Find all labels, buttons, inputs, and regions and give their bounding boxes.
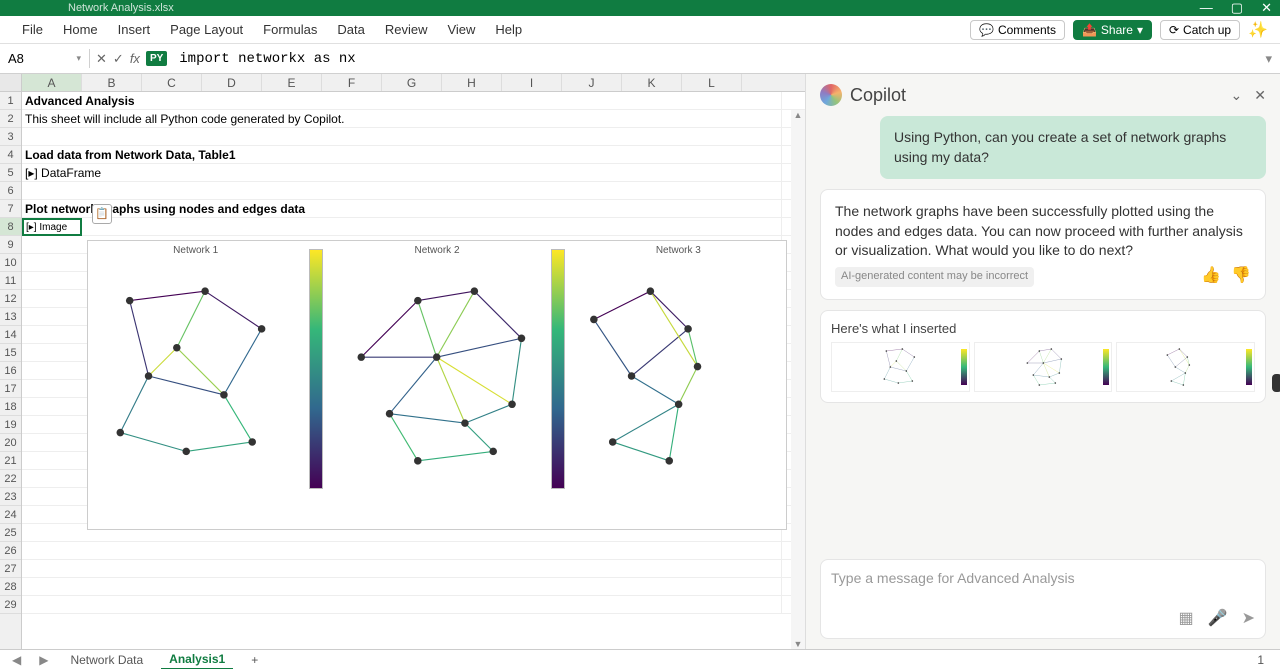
tab-nav-prev-icon[interactable]: ◀ xyxy=(8,653,25,667)
close-panel-icon[interactable]: ✕ xyxy=(1254,87,1266,104)
spreadsheet-grid[interactable]: A B C D E F G H I J K L 1234567891011121… xyxy=(0,74,805,649)
fx-icon[interactable]: fx xyxy=(130,51,140,66)
thumbs-up-icon[interactable]: 👍 xyxy=(1201,265,1221,287)
col-header-g[interactable]: G xyxy=(382,74,442,91)
cancel-formula-icon[interactable]: ✕ xyxy=(96,51,107,67)
col-header-a[interactable]: A xyxy=(22,74,82,91)
network-graph-3 xyxy=(575,256,782,496)
ribbon-menubar: File Home Insert Page Layout Formulas Da… xyxy=(0,16,1280,44)
inserted-content-card[interactable]: Here's what I inserted xyxy=(820,310,1266,403)
sheet-tab-bar: ◀ ▶ Network Data Analysis1 + 1 xyxy=(0,649,1280,669)
copilot-logo-icon xyxy=(820,84,842,106)
col-header-k[interactable]: K xyxy=(622,74,682,91)
inserted-label: Here's what I inserted xyxy=(831,321,1255,336)
thumbs-down-icon[interactable]: 👎 xyxy=(1231,265,1251,287)
document-name: Network Analysis.xlsx xyxy=(68,2,174,14)
minimize-icon[interactable]: — xyxy=(1200,0,1213,16)
col-header-j[interactable]: J xyxy=(562,74,622,91)
chart-title-3: Network 3 xyxy=(575,245,782,256)
assistant-message-text: The network graphs have been successfull… xyxy=(835,202,1251,261)
copilot-title: Copilot xyxy=(850,85,906,106)
menu-insert[interactable]: Insert xyxy=(108,18,161,41)
column-headers: A B C D E F G H I J K L xyxy=(0,74,805,92)
formula-input[interactable] xyxy=(173,49,1257,69)
select-all-corner[interactable] xyxy=(0,74,22,91)
row-headers: 1234567891011121314151617181920212223242… xyxy=(0,92,22,649)
menu-home[interactable]: Home xyxy=(53,18,108,41)
embedded-chart-image[interactable]: Network 1 Network 2 Network 3 xyxy=(87,240,787,530)
window-controls: — ▢ ✕ xyxy=(1200,0,1272,16)
copilot-input[interactable]: Type a message for Advanced Analysis ▦ 🎤… xyxy=(820,559,1266,639)
sheet-tab-network-data[interactable]: Network Data xyxy=(62,651,151,669)
close-icon[interactable]: ✕ xyxy=(1261,0,1272,16)
assistant-message: The network graphs have been successfull… xyxy=(820,189,1266,300)
share-button[interactable]: 📤 Share ▾ xyxy=(1073,20,1152,40)
collapse-panel-icon[interactable]: ⌄ xyxy=(1231,87,1243,104)
accept-formula-icon[interactable]: ✓ xyxy=(113,51,124,67)
microphone-icon[interactable]: 🎤 xyxy=(1208,608,1228,628)
network-graph-2 xyxy=(333,256,540,496)
expand-formula-icon[interactable]: ▾ xyxy=(1257,51,1280,67)
send-icon[interactable]: ➤ xyxy=(1242,608,1255,628)
col-header-b[interactable]: B xyxy=(82,74,142,91)
catch-up-button[interactable]: ⟳ Catch up xyxy=(1160,20,1240,40)
col-header-c[interactable]: C xyxy=(142,74,202,91)
menu-page-layout[interactable]: Page Layout xyxy=(160,18,253,41)
colorbar-2 xyxy=(551,249,565,489)
col-header-i[interactable]: I xyxy=(502,74,562,91)
ai-disclaimer: AI-generated content may be incorrect xyxy=(835,267,1034,286)
python-badge: PY xyxy=(146,51,167,66)
formula-bar: A8▾ ✕ ✓ fx PY ▾ xyxy=(0,44,1280,74)
inserted-thumb-2 xyxy=(974,342,1113,392)
vertical-scrollbar[interactable]: ▲▼ xyxy=(791,110,805,649)
col-header-f[interactable]: F xyxy=(322,74,382,91)
sheet-tab-analysis1[interactable]: Analysis1 xyxy=(161,650,233,669)
cell-area[interactable]: Advanced AnalysisThis sheet will include… xyxy=(22,92,805,649)
inserted-thumb-3 xyxy=(1116,342,1255,392)
inserted-thumb-1 xyxy=(831,342,970,392)
copilot-panel: Copilot ⌄ ✕ Using Python, can you create… xyxy=(805,74,1280,649)
col-header-e[interactable]: E xyxy=(262,74,322,91)
col-header-d[interactable]: D xyxy=(202,74,262,91)
menu-help[interactable]: Help xyxy=(485,18,532,41)
menu-view[interactable]: View xyxy=(437,18,485,41)
menu-file[interactable]: File xyxy=(12,18,53,41)
chart-title-2: Network 2 xyxy=(333,245,540,256)
smart-tag-icon[interactable]: 📋 xyxy=(92,204,112,224)
name-box[interactable]: A8▾ xyxy=(0,49,90,68)
chart-title-1: Network 1 xyxy=(92,245,299,256)
copilot-input-placeholder: Type a message for Advanced Analysis xyxy=(831,570,1255,586)
attach-icon[interactable]: ▦ xyxy=(1179,608,1194,628)
menu-review[interactable]: Review xyxy=(375,18,438,41)
tab-nav-next-icon[interactable]: ▶ xyxy=(35,653,52,667)
copilot-ribbon-icon[interactable]: ✨ xyxy=(1248,20,1268,40)
col-header-l[interactable]: L xyxy=(682,74,742,91)
colorbar-1 xyxy=(309,249,323,489)
maximize-icon[interactable]: ▢ xyxy=(1231,0,1243,16)
menu-formulas[interactable]: Formulas xyxy=(253,18,327,41)
title-bar: Network Analysis.xlsx — ▢ ✕ xyxy=(0,0,1280,16)
active-cell[interactable]: [▸] Image xyxy=(22,218,82,236)
menu-data[interactable]: Data xyxy=(327,18,374,41)
col-header-h[interactable]: H xyxy=(442,74,502,91)
network-graph-1 xyxy=(92,256,299,496)
add-sheet-button[interactable]: + xyxy=(243,651,266,669)
status-count: 1 xyxy=(1257,653,1272,667)
user-message: Using Python, can you create a set of ne… xyxy=(880,116,1266,179)
comments-button[interactable]: 💬 Comments xyxy=(970,20,1065,40)
side-indicator xyxy=(1272,374,1280,392)
